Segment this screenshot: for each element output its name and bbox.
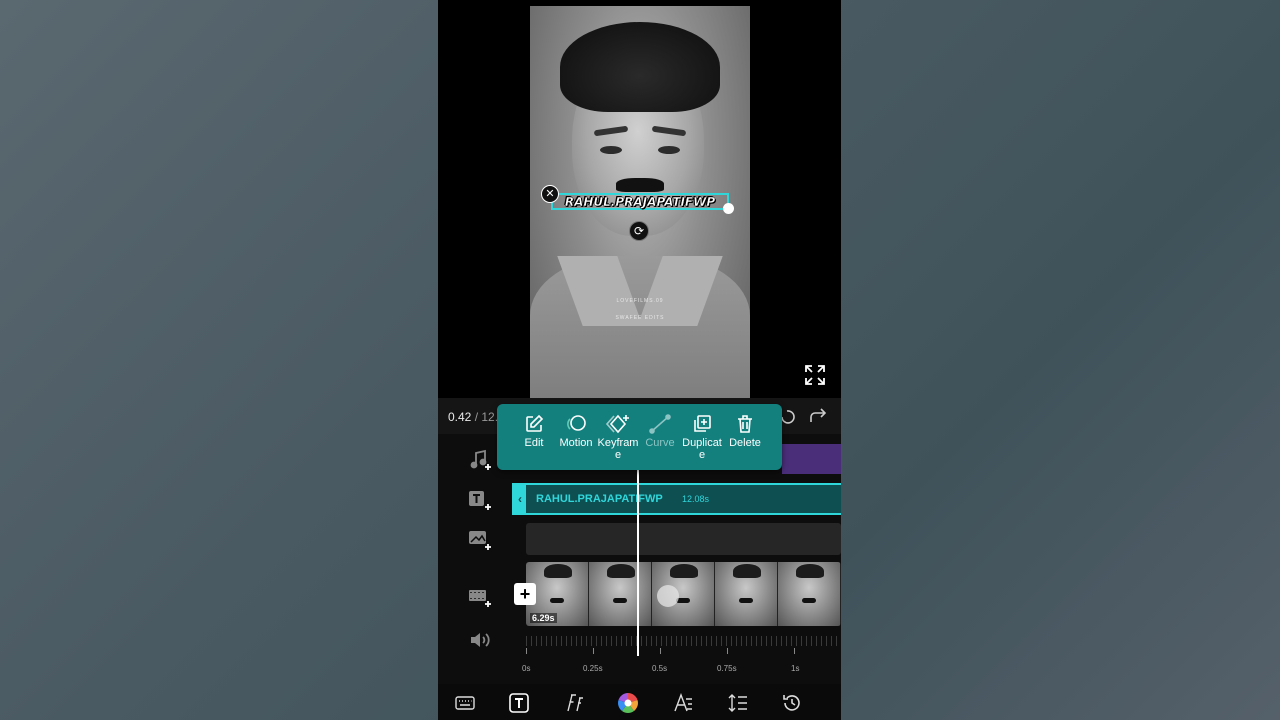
current-time: 0.42 xyxy=(448,410,472,424)
edit-icon xyxy=(526,414,544,432)
text-overlay-box[interactable]: RAHUL.PRAJAPATIFWP xyxy=(551,193,729,210)
ruler-label: 0.75s xyxy=(717,664,737,673)
video-clip-strip[interactable] xyxy=(526,562,841,626)
watermark-line-1: LOVEFILMS.09 xyxy=(616,298,664,304)
time-readout: 0.42 / 12. xyxy=(448,410,498,424)
mustache-shape xyxy=(616,178,664,192)
clip-thumbnail xyxy=(778,562,841,626)
ruler-label: 0.25s xyxy=(583,664,603,673)
edit-button[interactable]: Edit xyxy=(512,414,556,449)
clip-duration: 6.29s xyxy=(530,613,557,623)
fullscreen-icon[interactable] xyxy=(804,364,826,386)
color-wheel-icon[interactable] xyxy=(617,692,639,714)
duplicate-button[interactable]: Duplicat e xyxy=(680,414,724,461)
timeline-panel xyxy=(438,434,841,684)
audio-waveform xyxy=(526,636,841,646)
add-clip-button[interactable]: + xyxy=(514,583,536,605)
playhead[interactable] xyxy=(637,470,639,656)
overlay-track[interactable] xyxy=(526,523,841,555)
curve-icon xyxy=(649,414,671,434)
trash-icon xyxy=(738,415,752,433)
time-ruler: 0s 0.25s 0.5s 0.75s 1s xyxy=(522,648,841,676)
close-icon[interactable]: ✕ xyxy=(541,185,559,203)
hair-shape xyxy=(560,22,720,112)
rotate-icon[interactable]: ⟳ xyxy=(629,221,649,241)
text-edit-popover: Edit Motion Keyfram e Curve Duplicat e D… xyxy=(497,404,782,470)
history-icon[interactable] xyxy=(781,692,803,714)
add-overlay-icon[interactable] xyxy=(468,528,492,552)
delete-button[interactable]: Delete xyxy=(723,414,767,449)
touch-indicator xyxy=(657,585,679,607)
keyboard-icon[interactable] xyxy=(454,692,476,714)
bottom-toolbar xyxy=(438,684,841,720)
resize-handle[interactable] xyxy=(723,203,734,214)
line-spacing-icon[interactable] xyxy=(727,692,749,714)
add-text-icon[interactable] xyxy=(468,488,492,512)
video-preview[interactable]: LOVEFILMS.09 SWAFEE EDITS RAHUL.PRAJAPAT… xyxy=(438,0,841,398)
music-track[interactable] xyxy=(782,444,841,474)
keyframe-icon xyxy=(606,414,629,434)
motion-icon xyxy=(567,415,586,431)
ruler-label: 0s xyxy=(522,664,531,673)
watermark-line-2: SWAFEE EDITS xyxy=(615,315,665,321)
text-effect-icon[interactable] xyxy=(672,692,694,714)
ruler-label: 0.5s xyxy=(652,664,668,673)
volume-icon[interactable] xyxy=(468,628,492,652)
keyframe-button[interactable]: Keyfram e xyxy=(596,414,640,461)
ruler-label: 1s xyxy=(791,664,800,673)
curve-button[interactable]: Curve xyxy=(638,414,682,449)
phone-screen: LOVEFILMS.09 SWAFEE EDITS RAHUL.PRAJAPAT… xyxy=(438,0,841,720)
clip-thumbnail xyxy=(589,562,652,626)
font-icon[interactable] xyxy=(563,692,585,714)
motion-button[interactable]: Motion xyxy=(554,414,598,449)
text-track-duration: 12.08s xyxy=(682,494,710,504)
total-time: / 12. xyxy=(474,410,499,424)
text-track-label: RAHUL.PRAJAPATIFWP xyxy=(536,493,663,505)
text-overlay[interactable]: RAHUL.PRAJAPATIFWP xyxy=(565,194,716,208)
duplicate-icon xyxy=(694,415,711,432)
text-style-icon[interactable] xyxy=(508,692,530,714)
add-clip-side-icon[interactable] xyxy=(468,585,492,609)
add-music-icon[interactable] xyxy=(468,448,492,472)
shirt-shape xyxy=(530,256,750,398)
redo-icon[interactable] xyxy=(808,408,828,426)
text-track-trim-handle[interactable]: ‹ xyxy=(514,485,526,513)
text-track[interactable]: ‹ RAHUL.PRAJAPATIFWP 12.08s xyxy=(512,483,841,515)
clip-thumbnail xyxy=(715,562,778,626)
